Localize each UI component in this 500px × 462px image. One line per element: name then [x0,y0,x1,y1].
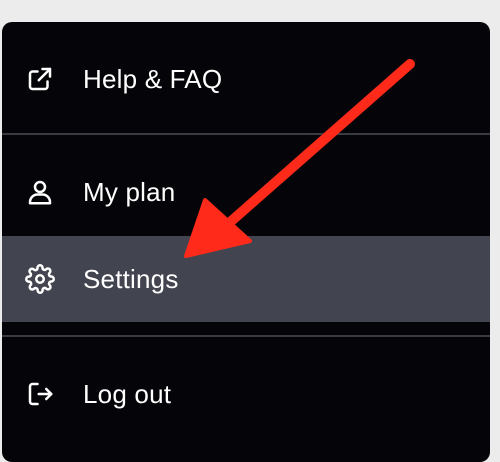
menu-item-label: Help & FAQ [83,63,223,94]
menu-item-my-plan[interactable]: My plan [2,157,490,227]
menu-item-label: My plan [83,176,176,207]
user-icon [25,177,55,207]
gear-icon [25,264,55,294]
external-link-icon [25,64,55,94]
account-menu: Help & FAQ My plan Settings Log out [2,22,490,462]
menu-item-log-out[interactable]: Log out [2,359,490,429]
menu-divider [2,133,490,135]
menu-item-settings[interactable]: Settings [2,236,490,322]
menu-item-help-faq[interactable]: Help & FAQ [2,44,490,114]
menu-item-label: Log out [83,378,172,409]
logout-icon [25,379,55,409]
menu-divider [2,335,490,337]
menu-item-label: Settings [83,263,179,294]
